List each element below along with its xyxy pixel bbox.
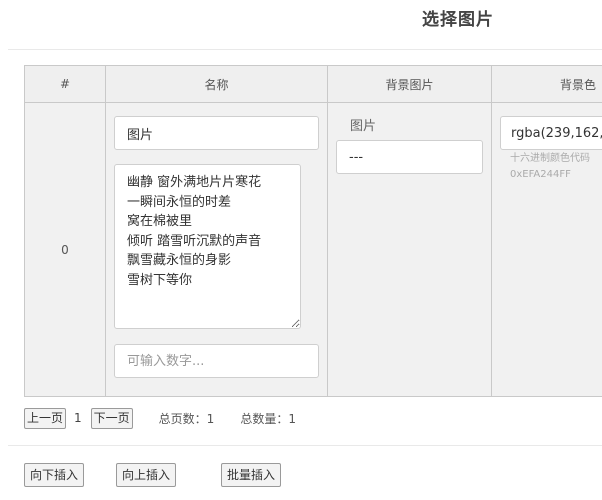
bg-image-cell: 图片	[327, 102, 492, 397]
bg-color-hex: 0xEFA244FF	[510, 169, 571, 180]
bg-color-cell: 十六进制颜色代码 0xEFA244FF	[491, 102, 602, 397]
bg-image-select[interactable]	[336, 140, 483, 174]
column-header-bg-color: 背景色	[491, 65, 602, 103]
insert-below-button[interactable]: 向下插入	[24, 463, 85, 487]
column-header-name: 名称	[105, 65, 328, 103]
pagination: 上一页 1 下一页 总页数：1 总数量：1	[24, 407, 296, 429]
page-title: 选择图片	[422, 10, 494, 30]
bg-color-hint: 十六进制颜色代码	[510, 153, 590, 164]
text-content-textarea[interactable]: 幽静 窗外满地片片寒花 一瞬间永恒的时差 窝在棉被里 倾听 踏雪听沉默的声音 飘…	[114, 164, 301, 329]
column-header-index: #	[24, 65, 106, 103]
name-cell: 幽静 窗外满地片片寒花 一瞬间永恒的时差 窝在棉被里 倾听 踏雪听沉默的声音 飘…	[105, 102, 328, 397]
total-pages: 总页数：1	[158, 411, 215, 426]
data-table: # 名称 背景图片 背景色 0 幽静 窗外满地片片寒花 一瞬间永恒的时差 窝在棉…	[24, 65, 602, 397]
current-page: 1	[74, 411, 82, 425]
batch-insert-button[interactable]: 批量插入	[221, 463, 282, 487]
bg-color-input[interactable]	[500, 116, 602, 150]
table-row: 0 幽静 窗外满地片片寒花 一瞬间永恒的时差 窝在棉被里 倾听 踏雪听沉默的声音…	[24, 102, 602, 397]
divider-top	[8, 49, 602, 50]
insert-above-button[interactable]: 向上插入	[116, 463, 177, 487]
page: 选择图片 # 名称 背景图片 背景色 0 幽静 窗外满地片片寒花 一瞬间永恒的时…	[0, 0, 602, 500]
row-index: 0	[24, 102, 106, 397]
column-header-bg-image: 背景图片	[327, 65, 492, 103]
next-page-button[interactable]: 下一页	[90, 407, 133, 429]
bg-image-label: 图片	[350, 119, 377, 134]
total-count: 总数量：1	[240, 411, 296, 426]
number-input[interactable]	[114, 344, 319, 378]
name-input[interactable]	[114, 116, 319, 150]
prev-page-button[interactable]: 上一页	[24, 407, 67, 429]
divider-bottom	[8, 445, 602, 446]
table-header-row: # 名称 背景图片 背景色	[24, 65, 602, 103]
